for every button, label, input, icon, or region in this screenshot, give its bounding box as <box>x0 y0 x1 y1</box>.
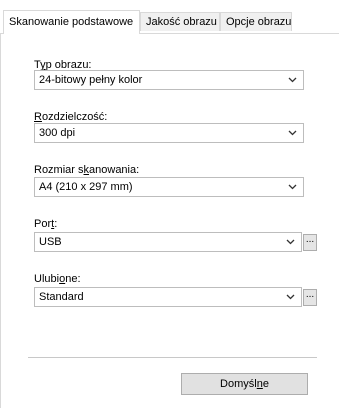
image-type-combobox[interactable]: 24-bitowy pełny kolor <box>34 70 304 90</box>
port-value: USB <box>39 236 62 248</box>
tab-basic-scan[interactable]: Skanowanie podstawowe <box>3 10 140 34</box>
chevron-down-icon <box>286 294 295 300</box>
defaults-button-label-b: e <box>262 378 269 390</box>
chevron-down-icon <box>288 77 297 83</box>
chevron-down-icon <box>288 130 297 136</box>
port-label: Port: <box>34 218 57 230</box>
resolution-label-accel: R <box>34 111 42 123</box>
port-combobox[interactable]: USB <box>34 232 302 252</box>
chevron-down-icon <box>288 184 297 190</box>
tab-strip: Skanowanie podstawowe Jakość obrazu Opcj… <box>0 0 339 34</box>
tab-image-options[interactable]: Opcje obrazu <box>220 12 292 31</box>
favorites-value: Standard <box>39 291 84 303</box>
separator-line <box>28 357 317 358</box>
tab-image-quality[interactable]: Jakość obrazu <box>140 12 220 31</box>
scan-size-value: A4 (210 x 297 mm) <box>39 181 133 193</box>
defaults-button[interactable]: Domyślne <box>181 373 308 395</box>
favorites-browse-button[interactable]: ... <box>303 289 317 306</box>
port-label-b: : <box>54 218 58 230</box>
resolution-label-b: ozdzielczość: <box>41 111 108 123</box>
favorites-label: Ulubione: <box>34 273 81 285</box>
tab-image-quality-label: Jakość obrazu <box>146 16 217 28</box>
scan-size-label-b: anowania: <box>89 164 140 176</box>
defaults-button-label-a: Domyśl <box>220 378 257 390</box>
port-browse-button[interactable]: ... <box>303 234 317 251</box>
scan-size-combobox[interactable]: A4 (210 x 297 mm) <box>34 177 304 197</box>
scan-size-label: Rozmiar skanowania: <box>34 164 139 176</box>
favorites-browse-label: ... <box>305 289 315 300</box>
tab-image-options-label: Opcje obrazu <box>226 16 292 28</box>
image-type-value: 24-bitowy pełny kolor <box>39 74 143 86</box>
tab-basic-scan-label: Skanowanie podstawowe <box>9 16 134 28</box>
favorites-label-a: Ulubi <box>34 273 60 285</box>
port-label-a: Por <box>34 218 52 230</box>
resolution-label: Rozdzielczość: <box>34 111 107 123</box>
favorites-combobox[interactable]: Standard <box>34 287 302 307</box>
scan-size-label-a: Rozmiar s <box>34 164 84 176</box>
port-browse-label: ... <box>305 234 315 245</box>
resolution-combobox[interactable]: 300 dpi <box>34 123 304 143</box>
favorites-label-b: ne: <box>65 273 81 285</box>
chevron-down-icon <box>286 239 295 245</box>
resolution-value: 300 dpi <box>39 127 76 139</box>
